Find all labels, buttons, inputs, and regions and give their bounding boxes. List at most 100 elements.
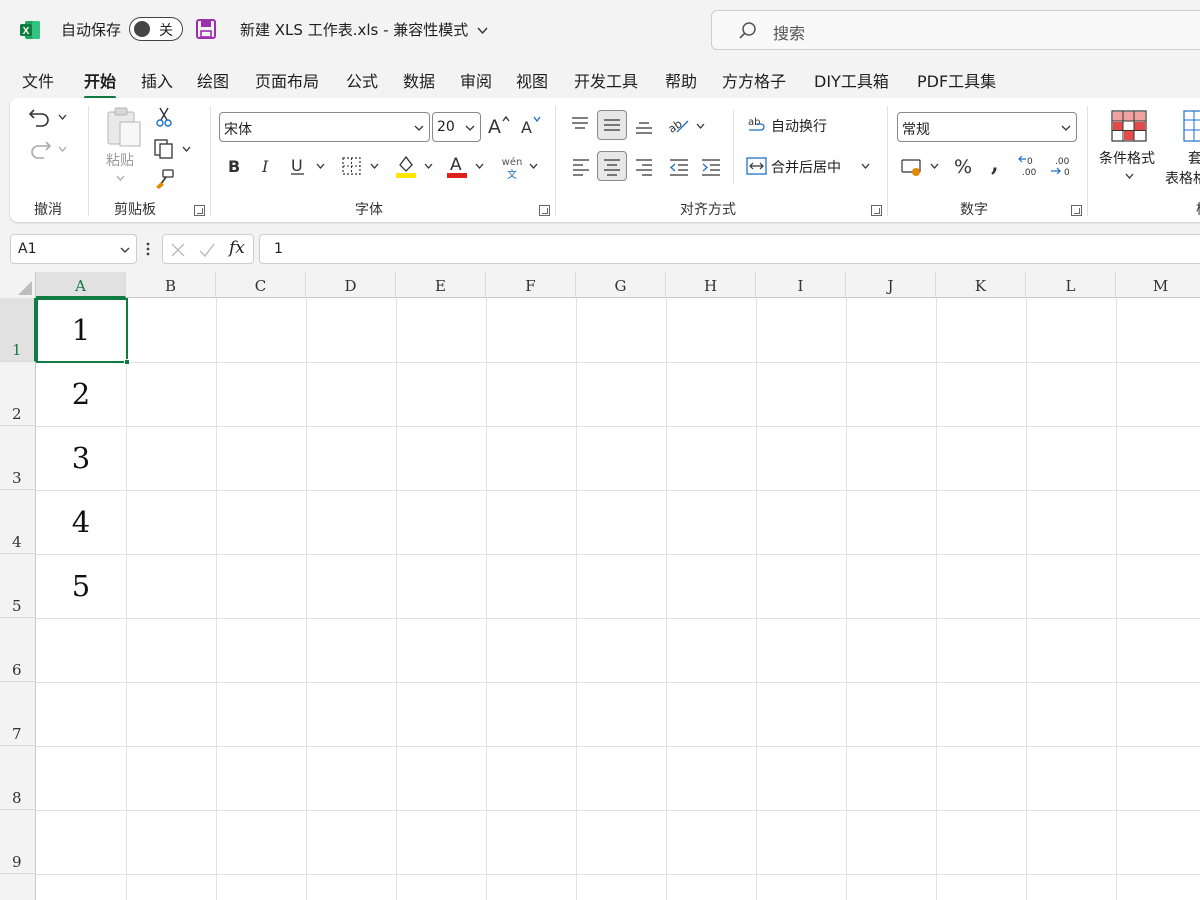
font-name-select[interactable]: 宋体 <box>219 112 430 142</box>
row-header-8[interactable]: 8 <box>0 746 36 810</box>
font-color-dropdown-icon[interactable] <box>475 162 484 171</box>
tab-developer[interactable]: 开发工具 <box>574 68 638 92</box>
align-right-icon[interactable] <box>634 156 654 176</box>
accounting-dropdown-icon[interactable] <box>930 162 939 171</box>
confirm-entry-icon[interactable] <box>198 242 216 258</box>
phonetic-dropdown-icon[interactable] <box>529 162 538 171</box>
underline-dropdown-icon[interactable] <box>316 162 325 171</box>
comma-style-icon[interactable]: , <box>988 155 1004 177</box>
cancel-entry-icon[interactable] <box>170 242 186 258</box>
redo-dropdown-icon[interactable] <box>58 145 67 154</box>
row-header-4[interactable]: 4 <box>0 490 36 554</box>
wrap-text-label[interactable]: 自动换行 <box>771 116 827 136</box>
tab-data[interactable]: 数据 <box>403 68 435 92</box>
excel-logo-icon[interactable]: X <box>19 19 41 41</box>
phonetic-guide-button[interactable]: wén 文 <box>500 155 524 181</box>
merge-center-icon[interactable] <box>746 156 768 176</box>
cell-a5[interactable]: 5 <box>36 554 126 618</box>
row-header-9[interactable]: 9 <box>0 810 36 874</box>
font-launcher-icon[interactable] <box>539 205 550 216</box>
number-launcher-icon[interactable] <box>1071 205 1082 216</box>
row-header-1[interactable]: 1 <box>0 298 36 362</box>
number-format-select[interactable]: 常规 <box>897 112 1077 142</box>
column-header-a[interactable]: A <box>36 272 126 298</box>
search-box[interactable]: 搜索 <box>711 10 1200 50</box>
decrease-font-size-icon[interactable]: A <box>519 114 543 136</box>
fill-color-dropdown-icon[interactable] <box>424 162 433 171</box>
fill-handle[interactable] <box>124 359 130 365</box>
wrap-text-icon[interactable]: ab <box>747 115 769 135</box>
cell-a3[interactable]: 3 <box>36 426 126 490</box>
increase-font-size-icon[interactable]: A <box>487 114 511 136</box>
conditional-formatting-icon[interactable] <box>1111 110 1147 142</box>
cell-a2[interactable]: 2 <box>36 362 126 426</box>
cell-a4[interactable]: 4 <box>36 490 126 554</box>
align-left-icon[interactable] <box>571 156 591 176</box>
align-center-button[interactable] <box>597 151 627 181</box>
copy-icon[interactable] <box>153 138 175 160</box>
worksheet-grid[interactable]: A B C D E F G H I J K L M 1 2 3 4 5 6 7 … <box>0 272 1200 900</box>
column-header-i[interactable]: I <box>756 272 846 298</box>
format-painter-icon[interactable] <box>154 168 176 190</box>
column-header-c[interactable]: C <box>216 272 306 298</box>
column-header-f[interactable]: F <box>486 272 576 298</box>
column-header-j[interactable]: J <box>846 272 936 298</box>
redo-icon[interactable] <box>28 138 52 160</box>
cut-icon[interactable] <box>154 106 174 128</box>
tab-review[interactable]: 审阅 <box>460 68 492 92</box>
column-header-g[interactable]: G <box>576 272 666 298</box>
row-header-3[interactable]: 3 <box>0 426 36 490</box>
decrease-decimal-icon[interactable]: .00 0 <box>1049 154 1073 178</box>
copy-dropdown-icon[interactable] <box>182 145 191 154</box>
font-color-icon[interactable]: A <box>446 153 468 179</box>
cell-area[interactable]: 1 2 3 4 5 <box>36 298 1200 900</box>
insert-function-button[interactable]: fx <box>229 238 245 258</box>
column-header-b[interactable]: B <box>126 272 216 298</box>
alignment-launcher-icon[interactable] <box>871 205 882 216</box>
autosave-toggle[interactable]: 关 <box>129 17 183 41</box>
tab-help[interactable]: 帮助 <box>665 68 697 92</box>
italic-icon[interactable]: I <box>258 156 276 176</box>
tab-view[interactable]: 视图 <box>516 68 548 92</box>
tab-home[interactable]: 开始 <box>84 68 117 99</box>
paste-label[interactable]: 粘贴 <box>106 150 134 170</box>
tab-file[interactable]: 文件 <box>22 68 54 92</box>
row-header-5[interactable]: 5 <box>0 554 36 618</box>
undo-dropdown-icon[interactable] <box>58 113 67 122</box>
align-bottom-icon[interactable] <box>634 115 654 135</box>
more-options-icon[interactable] <box>145 241 151 257</box>
column-header-l[interactable]: L <box>1026 272 1116 298</box>
conditional-formatting-dropdown-icon[interactable] <box>1125 172 1134 181</box>
tab-draw[interactable]: 绘图 <box>197 68 229 92</box>
underline-icon[interactable]: U <box>288 156 308 176</box>
formula-input[interactable]: 1 <box>259 234 1200 264</box>
decrease-indent-icon[interactable] <box>668 156 690 176</box>
percent-style-icon[interactable]: % <box>952 155 974 177</box>
borders-dropdown-icon[interactable] <box>370 162 379 171</box>
font-size-select[interactable]: 20 <box>432 112 481 142</box>
tab-formulas[interactable]: 公式 <box>346 68 378 92</box>
clipboard-launcher-icon[interactable] <box>194 205 205 216</box>
paste-icon[interactable] <box>104 106 144 148</box>
align-middle-button[interactable] <box>597 110 627 140</box>
tab-pdf-tools[interactable]: PDF工具集 <box>917 68 996 92</box>
tab-page-layout[interactable]: 页面布局 <box>255 68 319 92</box>
tab-insert[interactable]: 插入 <box>141 68 173 92</box>
align-top-icon[interactable] <box>570 115 590 133</box>
undo-icon[interactable] <box>28 106 52 128</box>
column-header-h[interactable]: H <box>666 272 756 298</box>
document-title-menu[interactable]: 新建 XLS 工作表.xls - 兼容性模式 <box>240 19 488 40</box>
format-as-table-icon[interactable] <box>1183 110 1200 142</box>
merge-dropdown-icon[interactable] <box>861 162 870 171</box>
orientation-icon[interactable]: ab <box>667 114 691 136</box>
column-header-e[interactable]: E <box>396 272 486 298</box>
row-header-6[interactable]: 6 <box>0 618 36 682</box>
row-header-2[interactable]: 2 <box>0 362 36 426</box>
tab-fangfang[interactable]: 方方格子 <box>722 68 786 92</box>
row-header-7[interactable]: 7 <box>0 682 36 746</box>
paste-dropdown-icon[interactable] <box>116 174 125 183</box>
tab-diy-toolbox[interactable]: DIY工具箱 <box>814 68 889 92</box>
accounting-format-icon[interactable] <box>900 156 924 178</box>
fill-color-icon[interactable] <box>395 153 417 179</box>
column-header-k[interactable]: K <box>936 272 1026 298</box>
